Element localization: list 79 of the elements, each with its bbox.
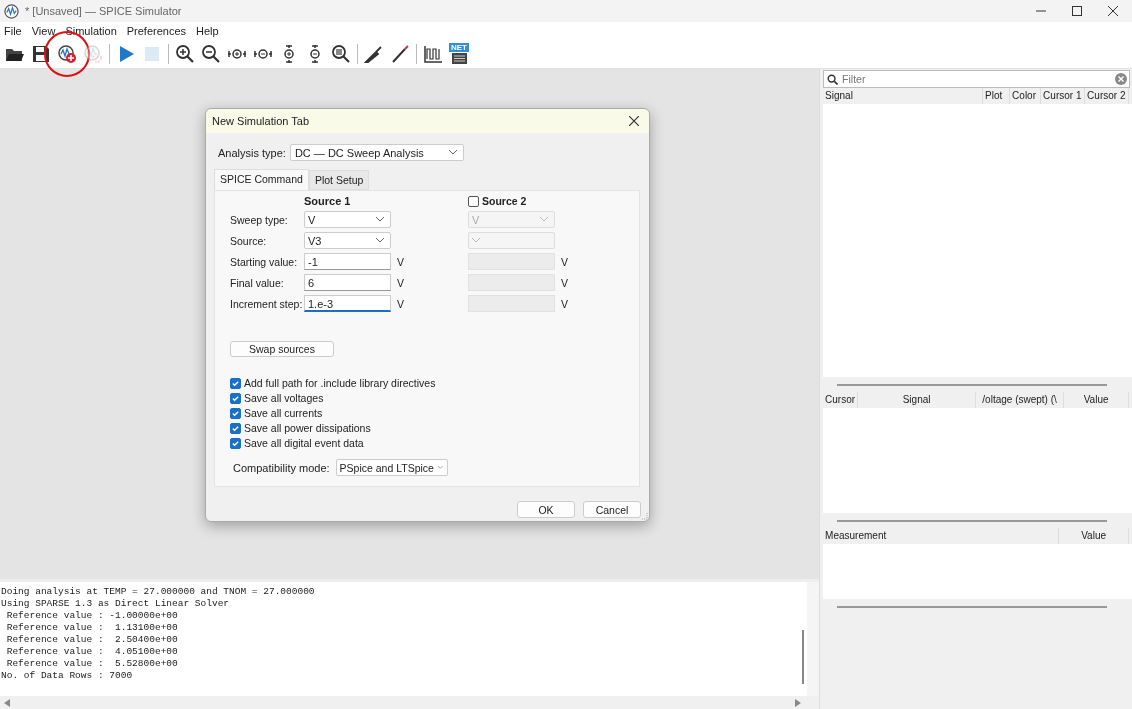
zoom-fit-icon[interactable] [331,44,351,64]
dropdown[interactable]: V [304,211,391,228]
tab[interactable]: SPICE Command [214,169,309,190]
input-field[interactable]: 1.e-3 [304,295,391,312]
console-line: Reference value : 4.05100e+00 [5,646,179,658]
search-icon [827,74,839,85]
unit-label: V [396,276,405,289]
console-line: Doing analysis at TEMP = 27.000000 and TNOM = 27.000000 [1,586,315,598]
menu-item[interactable]: Help [196,25,219,37]
unit-label: V [560,276,569,289]
unit-label: V [396,297,405,310]
netlist-badge: NET [449,43,469,52]
menu-item[interactable]: File [4,25,22,37]
resize-grip-icon[interactable] [640,512,648,520]
probe-icon[interactable] [364,44,384,64]
chevron-down-icon [376,217,384,222]
field-label: Sweep type: [230,213,289,226]
input-field[interactable]: -1 [304,253,391,270]
scroll-right-icon[interactable] [795,698,802,707]
column-title: Source 1 [304,195,352,207]
chevron-down-icon [472,238,480,243]
field-label: Increment step: [230,297,304,310]
dialog-title: New Simulation Tab [212,115,309,127]
close-icon[interactable] [1108,6,1118,16]
new-sim-icon[interactable] [57,44,77,64]
netlist-icon[interactable] [449,53,469,65]
checkbox[interactable] [468,195,479,207]
tuner-icon[interactable] [390,44,410,64]
window-title: * [Unsaved] — SPICE Simulator [25,5,182,17]
field-label: Final value: [230,276,285,289]
checkbox[interactable] [230,407,241,419]
maximize-icon[interactable] [1072,6,1082,16]
checkbox-label: Save all currents [244,407,323,419]
chevron-down-icon [448,150,457,155]
input-field[interactable]: 6 [304,274,391,291]
menu-item[interactable]: Simulation [65,25,117,37]
menu-item[interactable]: View [31,25,56,37]
filter-field[interactable]: Filter [823,70,1130,88]
chevron-down-icon [376,238,384,243]
field-label: Compatibility mode: [233,461,330,474]
zoom-out-icon[interactable] [201,44,221,64]
console-line: Reference value : 5.52800e+00 [5,658,179,670]
checkbox[interactable] [230,377,241,389]
checkbox[interactable] [230,422,241,434]
unit-label: V [560,297,569,310]
waveform-icon[interactable] [423,44,443,64]
checkbox-label: Save all power dissipations [244,422,371,434]
scroll-left-icon[interactable] [4,698,10,707]
checkbox-label: Save all digital event data [244,437,364,449]
swap-sources-button[interactable]: Swap sources [230,341,334,357]
menu-item[interactable]: Preferences [126,25,187,37]
dropdown[interactable]: V3 [304,232,391,249]
field-label: Source: [230,234,268,247]
zoom-in-icon[interactable] [175,44,195,64]
checkbox[interactable] [230,392,241,404]
console-line: Reference value : -1.00000e+00 [5,610,179,622]
clear-icon[interactable] [1115,73,1127,85]
console-line: No. of Data Rows : 7000 [1,670,134,682]
tab[interactable]: Plot Setup [308,170,370,190]
checkbox-label: Save all voltages [244,392,324,404]
unit-label: V [560,255,569,268]
field-label: Starting value: [230,255,299,268]
field-label: Analysis type: [218,146,286,159]
checkbox-label: Add full path for .include library directives [244,377,436,389]
analysis-type-dropdown[interactable]: DC — DC Sweep Analysis [289,144,464,161]
compatibility-dropdown[interactable]: PSpice and LTSpice [335,459,448,476]
chevron-down-icon [437,465,443,470]
console-line: Reference value : 2.50400e+00 [5,634,179,646]
scrollbar-thumb[interactable] [802,630,805,684]
chevron-down-icon [540,217,548,222]
app-logo-icon [4,3,19,19]
console-line: Reference value : 1.13100e+00 [5,622,179,634]
checkbox[interactable] [230,437,241,449]
unit-label: V [396,255,405,268]
console-line: Using SPARSE 1.3 as Direct Linear Solver [1,598,231,610]
ok-button[interactable]: OK [517,501,575,518]
close-icon[interactable] [629,116,639,126]
checkbox-label: Source 2 [482,195,527,207]
cancel-button[interactable]: Cancel [583,501,641,518]
